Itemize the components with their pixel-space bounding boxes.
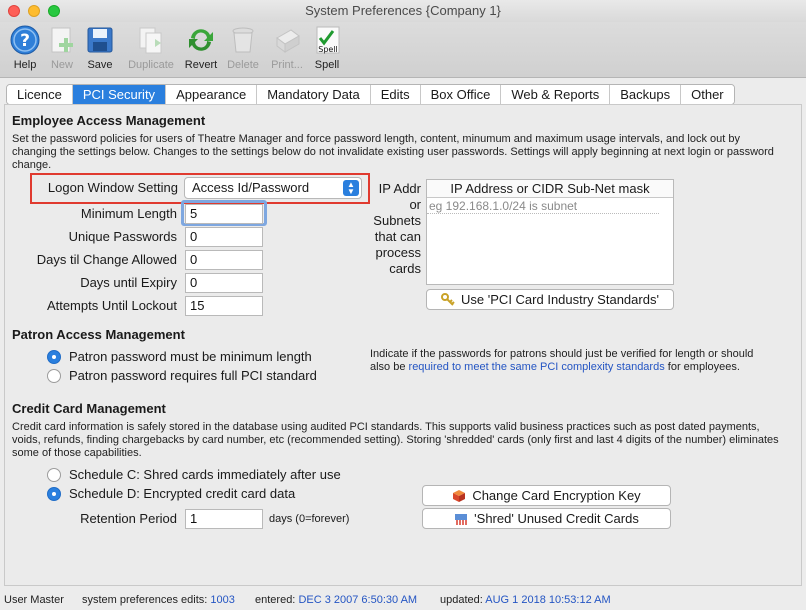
ip-label-line: Subnets [373, 213, 421, 228]
employee-description: Set the password policies for users of T… [12, 133, 774, 171]
status-entered-label: entered: [255, 594, 296, 606]
cube-icon [453, 490, 466, 502]
ip-subnets-label: IP Addr or Subnets that can process card… [365, 181, 421, 277]
zoom-window-button[interactable] [48, 5, 60, 17]
svg-text:?: ? [20, 31, 30, 51]
logon-window-label: Logon Window Setting [47, 180, 178, 195]
ip-label-line: IP Addr [378, 181, 421, 196]
status-updated-label: updated: [440, 594, 483, 606]
patron-min-length-label[interactable]: Patron password must be minimum length [69, 349, 312, 364]
pci-security-panel: Employee Access Management Set the passw… [4, 104, 802, 586]
change-encryption-key-button[interactable]: Change Card Encryption Key [422, 485, 671, 506]
tab-box-office[interactable]: Box Office [420, 85, 502, 104]
shred-icon [455, 514, 468, 525]
patron-note: Indicate if the passwords for patrons sh… [370, 348, 770, 374]
schedule-d-radio[interactable] [47, 487, 61, 501]
pci-standards-label: Use 'PCI Card Industry Standards' [461, 292, 659, 307]
status-entered: entered: DEC 3 2007 6:50:30 AM [255, 590, 417, 610]
duplicate-button[interactable]: Duplicate [125, 24, 177, 71]
logon-window-select[interactable]: Access Id/Password ▲ ▼ [184, 177, 362, 199]
attempts-until-lockout-label: Attempts Until Lockout [46, 298, 177, 313]
minimum-length-field[interactable]: 5 [185, 204, 263, 224]
delete-button[interactable]: Delete [218, 24, 268, 71]
patron-full-pci-radio[interactable] [47, 369, 61, 383]
minimum-length-label: Minimum Length [80, 206, 177, 221]
delete-icon [232, 27, 254, 53]
patron-min-length-radio[interactable] [47, 350, 61, 364]
patron-full-pci-label[interactable]: Patron password requires full PCI standa… [69, 368, 317, 383]
shred-cards-button[interactable]: 'Shred' Unused Credit Cards [422, 508, 671, 529]
revert-icon [189, 29, 213, 51]
pci-standards-button[interactable]: Use 'PCI Card Industry Standards' [426, 289, 674, 310]
unique-passwords-field[interactable]: 0 [185, 227, 263, 247]
spell-button[interactable]: Spell Spell [302, 24, 352, 71]
days-until-expiry-field[interactable]: 0 [185, 273, 263, 293]
tab-edits[interactable]: Edits [370, 85, 421, 104]
pci-complexity-link[interactable]: required to meet the same PCI complexity… [409, 361, 665, 373]
ip-label-line: process [375, 245, 421, 260]
schedule-c-label[interactable]: Schedule C: Shred cards immediately afte… [69, 467, 341, 482]
status-user: User Master [4, 594, 64, 606]
change-encryption-key-label: Change Card Encryption Key [472, 488, 641, 503]
print-icon [276, 29, 300, 53]
retention-period-label: Retention Period [80, 511, 177, 526]
credit-description: Credit card information is safely stored… [12, 421, 779, 459]
schedule-d-label[interactable]: Schedule D: Encrypted credit card data [69, 486, 295, 501]
spell-badge-text: Spell [318, 45, 338, 54]
ip-label-line: that can [374, 229, 421, 244]
patron-section-title: Patron Access Management [12, 327, 185, 342]
tab-licence[interactable]: Licence [7, 85, 73, 104]
duplicate-icon [139, 27, 162, 54]
attempts-until-lockout-field[interactable]: 15 [185, 296, 263, 316]
days-until-expiry-label: Days until Expiry [80, 275, 177, 290]
spell-icon: Spell [316, 26, 340, 54]
unique-passwords-label: Unique Passwords [68, 229, 177, 244]
credit-section-title: Credit Card Management [12, 401, 166, 416]
tab-web-reports[interactable]: Web & Reports [501, 85, 611, 104]
retention-suffix: days (0=forever) [269, 513, 350, 525]
status-updated-value: AUG 1 2018 10:53:12 AM [485, 594, 611, 606]
minimize-window-button[interactable] [28, 5, 40, 17]
tab-backups[interactable]: Backups [610, 85, 682, 104]
tab-mandatory-data[interactable]: Mandatory Data [257, 85, 371, 104]
save-button[interactable]: Save [75, 24, 125, 71]
save-icon [87, 27, 113, 53]
ip-label-line: cards [389, 261, 421, 276]
title-bar: System Preferences {Company 1} [0, 0, 806, 22]
status-edits-label: system preferences edits: [82, 594, 208, 606]
ip-placeholder-row[interactable]: eg 192.168.1.0/24 is subnet [427, 198, 659, 214]
schedule-c-radio[interactable] [47, 468, 61, 482]
days-til-change-field[interactable]: 0 [185, 250, 263, 270]
tab-other[interactable]: Other [681, 85, 734, 104]
delete-label: Delete [227, 59, 259, 71]
status-edits: system preferences edits: 1003 [82, 590, 235, 610]
preference-tabs: Licence PCI Security Appearance Mandator… [6, 84, 735, 105]
status-updated: updated: AUG 1 2018 10:53:12 AM [440, 590, 611, 610]
tab-appearance[interactable]: Appearance [166, 85, 258, 104]
shred-cards-label: 'Shred' Unused Credit Cards [474, 511, 639, 526]
duplicate-label: Duplicate [128, 59, 174, 71]
chevron-updown-icon: ▲ ▼ [343, 180, 359, 196]
key-icon [441, 293, 455, 306]
tab-pci-security[interactable]: PCI Security [72, 85, 167, 104]
new-icon [51, 27, 73, 53]
status-entered-value: DEC 3 2007 6:50:30 AM [298, 594, 418, 606]
ip-column-header[interactable]: IP Address or CIDR Sub-Net mask [427, 180, 673, 198]
employee-section-title: Employee Access Management [12, 113, 206, 128]
spell-label: Spell [314, 59, 340, 71]
retention-period-field[interactable]: 1 [185, 509, 263, 529]
logon-window-value: Access Id/Password [192, 180, 310, 195]
ip-subnet-list[interactable]: IP Address or CIDR Sub-Net mask eg 192.1… [426, 179, 674, 285]
status-edits-value: 1003 [210, 594, 235, 606]
save-label: Save [87, 59, 113, 71]
toolbar: ? Help New Save Duplicate Revert Delete … [0, 22, 806, 78]
status-bar: User Master system preferences edits: 10… [0, 590, 806, 610]
close-window-button[interactable] [8, 5, 20, 17]
days-til-change-label: Days til Change Allowed [36, 252, 177, 267]
window-title: System Preferences {Company 1} [305, 3, 501, 18]
ip-label-line: or [409, 197, 421, 212]
patron-note-text-end: for employees. [664, 361, 740, 373]
